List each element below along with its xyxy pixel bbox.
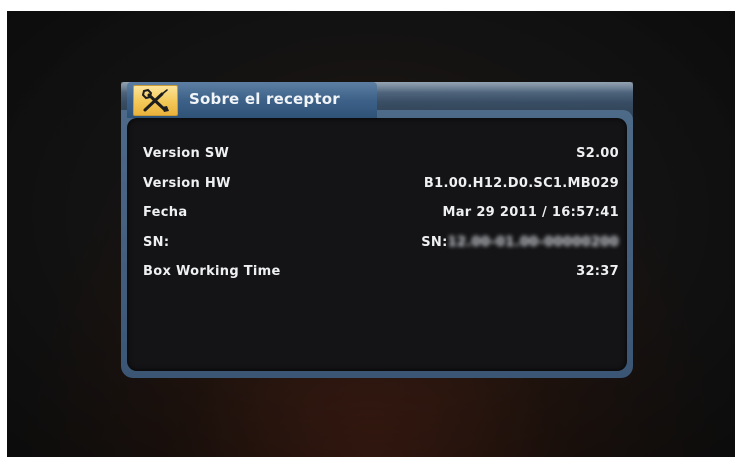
info-row-sw-version: Version SW S2.00 — [143, 146, 619, 176]
date-label: Fecha — [143, 205, 188, 220]
wrench-screwdriver-icon — [141, 88, 169, 112]
serial-prefix: SN: — [421, 234, 448, 250]
info-row-serial: SN: SN:12.00-01.00-00000200 — [143, 235, 619, 265]
working-time-value: 32:37 — [576, 264, 619, 279]
working-time-label: Box Working Time — [143, 264, 281, 279]
info-row-hw-version: Version HW B1.00.H12.D0.SC1.MB029 — [143, 176, 619, 206]
sw-version-value: S2.00 — [576, 146, 619, 161]
info-list: Version SW S2.00 Version HW B1.00.H12.D0… — [143, 146, 619, 294]
date-value: Mar 29 2011 / 16:57:41 — [442, 205, 619, 220]
info-panel: Version SW S2.00 Version HW B1.00.H12.D0… — [127, 118, 627, 371]
receiver-info-dialog: Sobre el receptor Version SW S2.00 Versi… — [121, 82, 633, 378]
serial-number-blurred: 12.00-01.00-00000200 — [447, 234, 619, 250]
dialog-title: Sobre el receptor — [189, 90, 340, 108]
settings-icon-box — [133, 85, 178, 116]
serial-value: SN:12.00-01.00-00000200 — [421, 235, 619, 250]
sw-version-label: Version SW — [143, 146, 230, 161]
info-row-working-time: Box Working Time 32:37 — [143, 264, 619, 294]
serial-label: SN: — [143, 234, 170, 250]
tv-screen: Sobre el receptor Version SW S2.00 Versi… — [7, 11, 735, 457]
hw-version-value: B1.00.H12.D0.SC1.MB029 — [423, 175, 619, 191]
info-row-date: Fecha Mar 29 2011 / 16:57:41 — [143, 205, 619, 235]
hw-version-label: Version HW — [143, 175, 231, 191]
